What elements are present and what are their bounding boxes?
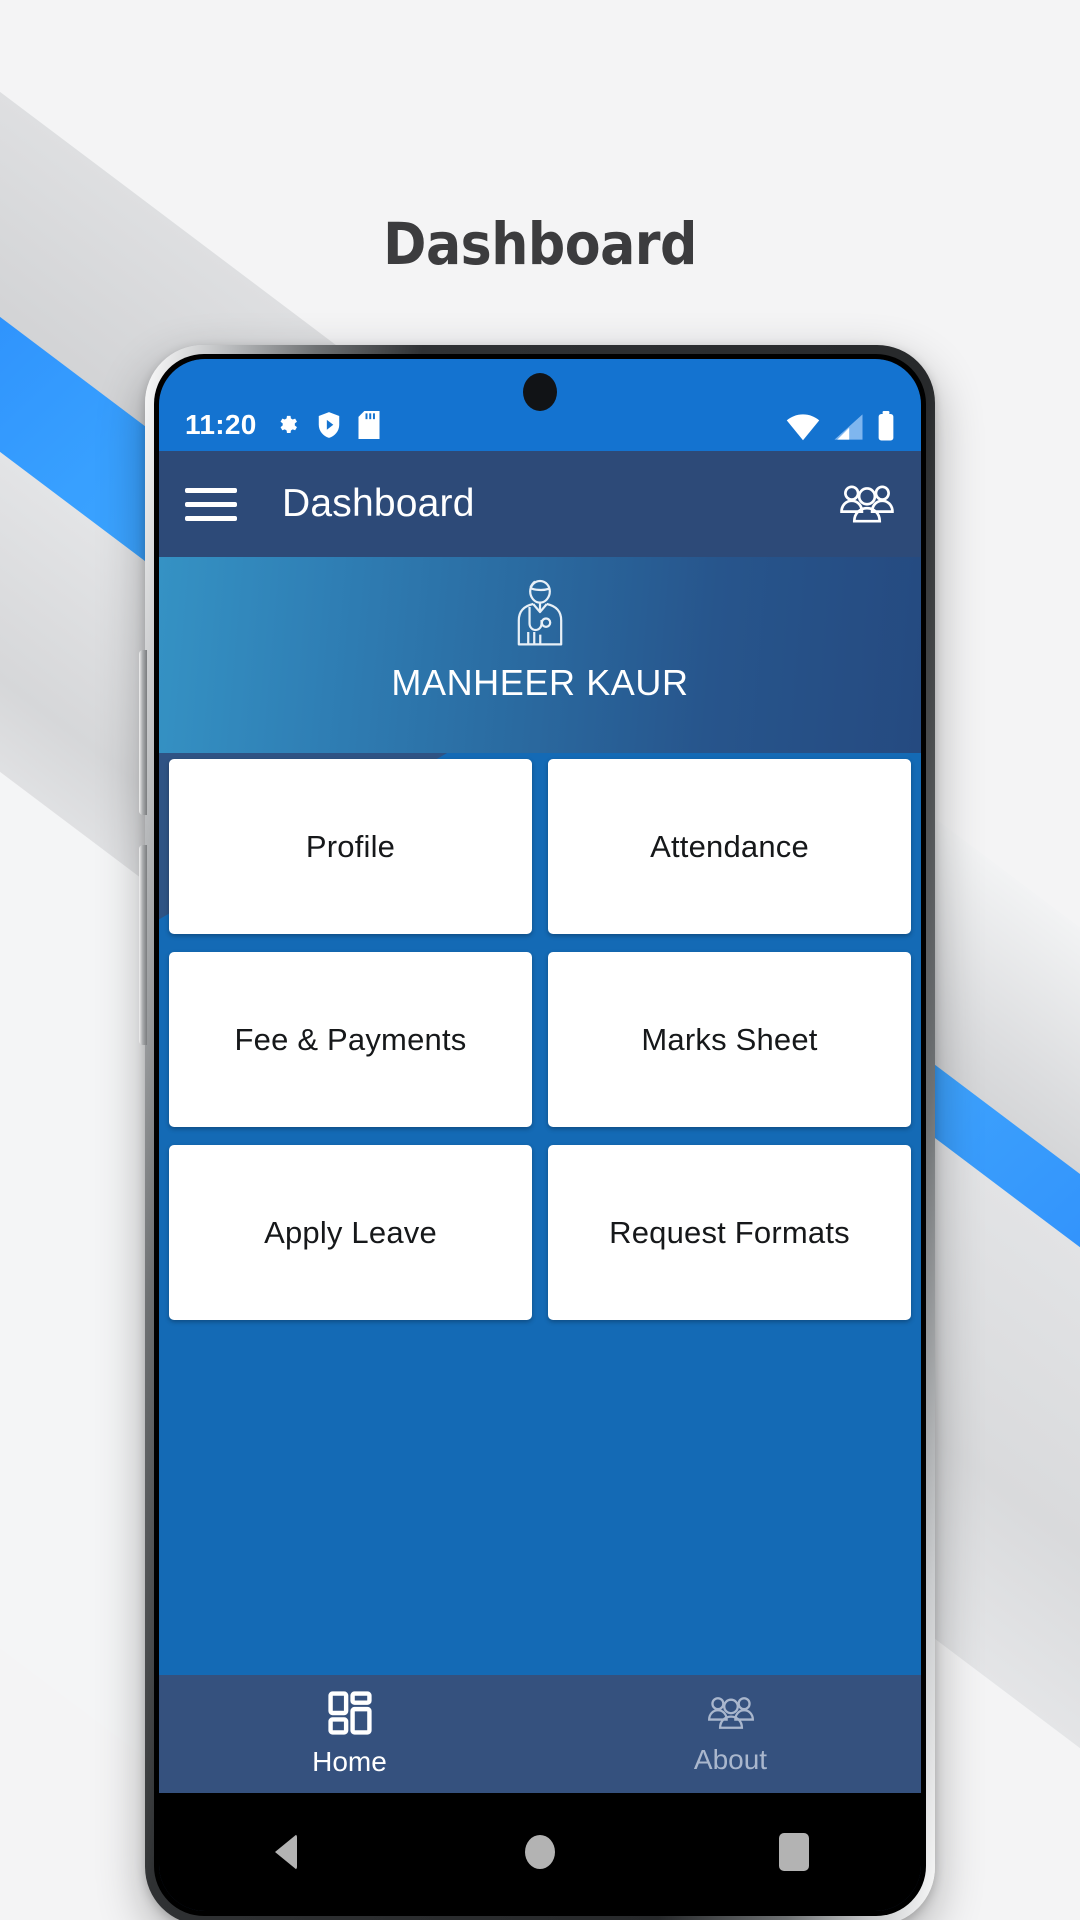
app-body: MANHEER KAUR Profile Attendance Fee & Pa… [159, 557, 921, 1675]
menu-card-apply-leave[interactable]: Apply Leave [169, 1145, 532, 1320]
bottom-nav-label: About [693, 1743, 768, 1775]
android-navigation-bar [159, 1793, 921, 1911]
menu-card-label: Attendance [650, 828, 809, 864]
phone-mockup: 11:20 Dashboard MANHEER KAUR Profile Att… [139, 345, 935, 1920]
promo-page: Dashboard 11:20 Dashboard MANHEER KAUR P… [0, 0, 1080, 1920]
battery-icon [877, 411, 895, 441]
status-time: 11:20 [185, 409, 257, 440]
hamburger-menu-icon[interactable] [185, 481, 237, 527]
menu-grid: Profile Attendance Fee & Payments Marks … [159, 753, 921, 1320]
back-triangle-icon[interactable] [226, 1812, 346, 1892]
front-camera-punch-hole [523, 373, 557, 411]
bottom-navigation-bar: Home About [159, 1675, 921, 1793]
app-bar-title: Dashboard [282, 482, 475, 525]
status-bar-left: 11:20 [185, 409, 380, 441]
menu-card-label: Apply Leave [264, 1214, 437, 1250]
home-circle-icon[interactable] [480, 1812, 600, 1892]
menu-card-fee-and-payments[interactable]: Fee & Payments [169, 952, 532, 1127]
gear-icon [273, 412, 300, 439]
people-group-icon[interactable] [839, 481, 895, 527]
menu-card-marks-sheet[interactable]: Marks Sheet [548, 952, 911, 1127]
profile-header: MANHEER KAUR [159, 557, 921, 753]
phone-screen: 11:20 Dashboard MANHEER KAUR Profile Att… [159, 359, 921, 1911]
shield-play-icon [316, 411, 342, 439]
status-bar: 11:20 [159, 359, 921, 451]
bottom-nav-label: Home [312, 1745, 387, 1777]
menu-card-label: Fee & Payments [234, 1021, 467, 1057]
menu-card-profile[interactable]: Profile [169, 759, 532, 934]
people-group-icon [707, 1693, 755, 1738]
bottom-nav-item-home[interactable]: Home [159, 1690, 540, 1778]
cellular-signal-icon [833, 413, 864, 441]
recents-square-icon[interactable] [734, 1812, 854, 1892]
volume-button[interactable] [139, 650, 147, 815]
menu-card-attendance[interactable]: Attendance [548, 759, 911, 934]
power-button[interactable] [139, 845, 147, 1045]
page-title: Dashboard [383, 210, 697, 278]
doctor-avatar-icon [506, 575, 574, 656]
menu-card-label: Request Formats [609, 1214, 850, 1250]
bottom-nav-item-about[interactable]: About [540, 1693, 921, 1776]
dashboard-grid-icon [327, 1690, 372, 1740]
menu-card-label: Marks Sheet [641, 1021, 818, 1057]
app-bar: Dashboard [159, 451, 921, 557]
sd-card-icon [358, 411, 380, 439]
menu-card-request-formats[interactable]: Request Formats [548, 1145, 911, 1320]
menu-card-label: Profile [305, 828, 396, 864]
profile-name: MANHEER KAUR [391, 662, 689, 703]
phone-bezel: 11:20 Dashboard MANHEER KAUR Profile Att… [154, 354, 926, 1916]
status-bar-right [786, 411, 895, 441]
wifi-icon [786, 413, 820, 441]
